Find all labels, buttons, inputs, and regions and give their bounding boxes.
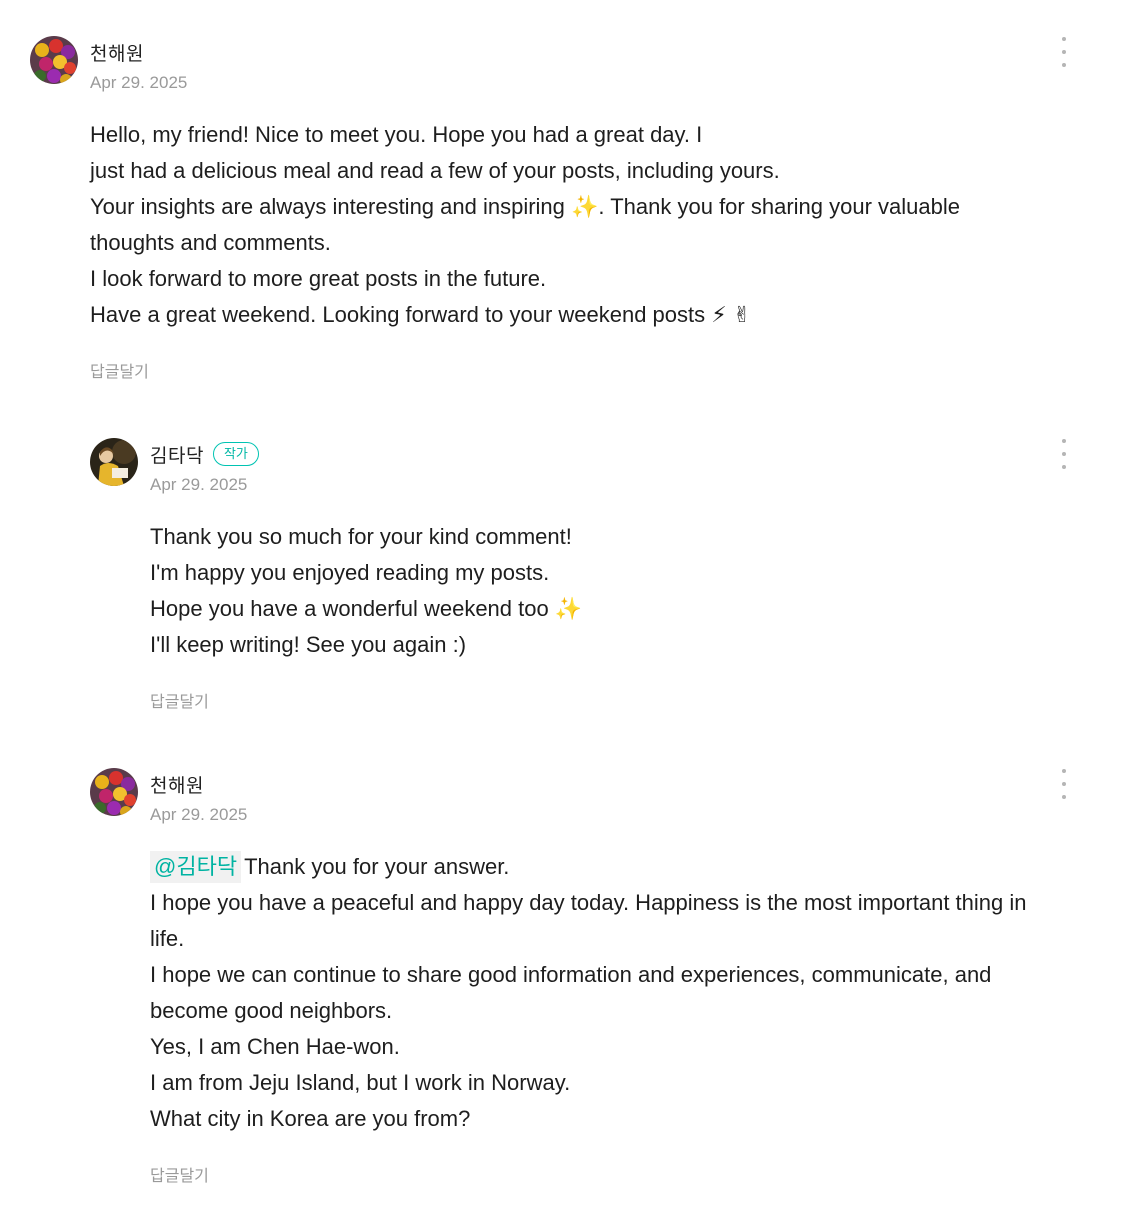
comment-body: @김타닥 Thank you for your answer. I hope yo… bbox=[150, 849, 1080, 1137]
flower-bouquet-avatar[interactable] bbox=[90, 768, 138, 816]
comment-body: Hello, my friend! Nice to meet you. Hope… bbox=[90, 117, 960, 333]
comment-date: Apr 29. 2025 bbox=[150, 805, 248, 824]
comment-line: become good neighbors. bbox=[150, 998, 393, 1023]
comment-line: I look forward to more great posts in th… bbox=[90, 266, 547, 291]
author-name[interactable]: 천해원 bbox=[90, 39, 144, 66]
comment-line: just had a delicious meal and read a few… bbox=[90, 158, 780, 183]
author-name[interactable]: 김타닥 bbox=[150, 441, 204, 468]
comment-body: Thank you so much for your kind comment!… bbox=[150, 519, 582, 663]
comment-date: Apr 29. 2025 bbox=[90, 73, 188, 92]
comment-line: Yes, I am Chen Hae-won. bbox=[150, 1034, 400, 1059]
reply-button[interactable]: 답글달기 bbox=[90, 358, 149, 382]
comment-line: I'll keep writing! See you again :) bbox=[150, 632, 467, 657]
more-options-icon[interactable] bbox=[1054, 769, 1074, 799]
flower-bouquet-avatar[interactable] bbox=[30, 36, 78, 84]
comment-line: Hope you have a wonderful weekend too ✨ bbox=[150, 596, 583, 621]
reply-button[interactable]: 답글달기 bbox=[150, 1162, 209, 1186]
comment-line: I hope you have a peaceful and happy day… bbox=[150, 890, 1027, 915]
comment-line: I am from Jeju Island, but I work in Nor… bbox=[150, 1070, 571, 1095]
comment-line: thoughts and comments. bbox=[90, 230, 331, 255]
more-options-icon[interactable] bbox=[1054, 37, 1074, 67]
author-name[interactable]: 천해원 bbox=[150, 771, 204, 798]
comment-first-line: @김타닥 Thank you for your answer. bbox=[150, 849, 1080, 885]
comment-line: Hello, my friend! Nice to meet you. Hope… bbox=[90, 122, 703, 147]
comment-line: I'm happy you enjoyed reading my posts. bbox=[150, 560, 550, 585]
reading-person-avatar[interactable] bbox=[90, 438, 138, 486]
comment-line: Your insights are always interesting and… bbox=[90, 194, 960, 219]
mention-link[interactable]: @김타닥 bbox=[150, 851, 242, 883]
more-options-icon[interactable] bbox=[1054, 439, 1074, 469]
reply-button[interactable]: 답글달기 bbox=[150, 688, 209, 712]
comment-line: Thank you so much for your kind comment! bbox=[150, 524, 572, 549]
comment-line: Have a great weekend. Looking forward to… bbox=[90, 302, 752, 327]
comment-date: Apr 29. 2025 bbox=[150, 475, 248, 494]
comment-text: Thank you for your answer. bbox=[244, 854, 510, 879]
comment-line: What city in Korea are you from? bbox=[150, 1106, 471, 1131]
comment-line: I hope we can continue to share good inf… bbox=[150, 962, 992, 987]
writer-badge: 작가 bbox=[212, 442, 259, 466]
comment-line: life. bbox=[150, 926, 185, 951]
